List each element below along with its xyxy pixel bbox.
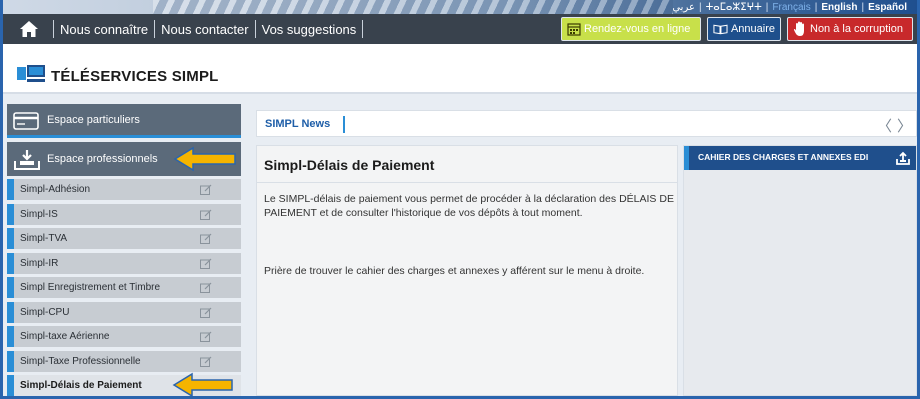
news-divider bbox=[343, 116, 345, 133]
nav-nous-connaitre[interactable]: Nous connaître bbox=[54, 22, 154, 37]
download-tray-icon bbox=[14, 150, 40, 170]
lang-arabic[interactable]: عربي bbox=[668, 2, 699, 13]
edit-icon bbox=[200, 209, 212, 220]
page-header: TÉLÉSERVICES SIMPL bbox=[3, 44, 917, 94]
content-divider bbox=[257, 182, 677, 183]
menu-item-label: Simpl-taxe Aérienne bbox=[20, 331, 110, 342]
edit-icon bbox=[200, 184, 212, 195]
pointer-arrow-icon bbox=[172, 372, 233, 396]
lang-french[interactable]: Français bbox=[768, 2, 814, 13]
menu-item-label: Simpl-IR bbox=[20, 257, 59, 269]
content-title: Simpl-Délais de Paiement bbox=[264, 157, 435, 173]
menu-item-label: Simpl-CPU bbox=[20, 306, 70, 318]
page-frame: عربي | ⵜⴰⵎⴰⵣⵉⵖⵜ | Français | English | E… bbox=[3, 0, 917, 396]
content-paragraph-2: Prière de trouver le cahier des charges … bbox=[264, 265, 645, 277]
menu-item-delais-paiement[interactable]: Simpl-Délais de Paiement bbox=[7, 372, 241, 396]
menu-item-enregistrement[interactable]: Simpl Enregistrement et Timbre bbox=[7, 277, 241, 298]
nav-vos-suggestions[interactable]: Vos suggestions bbox=[256, 22, 363, 37]
lang-tifinagh[interactable]: ⵜⴰⵎⴰⵣⵉⵖⵜ bbox=[702, 2, 766, 13]
corruption-label: Non à la corruption bbox=[810, 23, 903, 35]
menu-item-cpu[interactable]: Simpl-CPU bbox=[7, 301, 241, 323]
espace-particuliers[interactable]: Espace particuliers bbox=[7, 104, 241, 138]
nav-divider bbox=[362, 20, 364, 38]
cahier-charges-link[interactable]: CAHIER DES CHARGES ET ANNEXES EDI bbox=[684, 146, 916, 170]
menu-item-tva[interactable]: Simpl-TVA bbox=[7, 228, 241, 249]
menu-item-label: Simpl-Taxe Professionnelle bbox=[20, 355, 141, 367]
lang-english[interactable]: English bbox=[817, 2, 861, 13]
computer-logo-icon bbox=[17, 65, 45, 82]
menu-item-label: Simpl-Adhésion bbox=[20, 184, 91, 195]
menu-item-label: Simpl-IS bbox=[20, 208, 58, 220]
page-title: TÉLÉSERVICES SIMPL bbox=[51, 68, 219, 85]
news-prev-chevron-icon[interactable]: 〈 bbox=[877, 115, 892, 136]
card-icon bbox=[13, 112, 39, 130]
menu-item-is[interactable]: Simpl-IS bbox=[7, 203, 241, 225]
news-label: SIMPL News bbox=[265, 118, 331, 130]
news-next-chevron-icon[interactable]: 〉 bbox=[897, 115, 912, 136]
menu-item-taxe-professionnelle[interactable]: Simpl-Taxe Professionnelle bbox=[7, 350, 241, 372]
edit-icon bbox=[200, 356, 212, 367]
home-icon[interactable] bbox=[19, 20, 39, 38]
edit-icon bbox=[200, 307, 212, 318]
nav-nous-contacter[interactable]: Nous contacter bbox=[155, 22, 254, 37]
main-content: Simpl-Délais de Paiement Le SIMPL-délais… bbox=[256, 145, 678, 396]
espace-professionnels[interactable]: Espace professionnels bbox=[7, 142, 241, 176]
lang-spanish[interactable]: Español bbox=[864, 2, 911, 13]
menu-item-ir[interactable]: Simpl-IR bbox=[7, 252, 241, 274]
language-switcher: عربي | ⵜⴰⵎⴰⵣⵉⵖⵜ | Français | English | E… bbox=[668, 0, 911, 14]
corruption-button[interactable]: Non à la corruption bbox=[787, 17, 913, 41]
rendez-vous-label: Rendez-vous en ligne bbox=[584, 23, 691, 35]
edit-icon bbox=[200, 282, 212, 293]
edit-icon bbox=[200, 233, 212, 244]
annuaire-label: Annuaire bbox=[730, 23, 775, 35]
book-icon bbox=[713, 24, 728, 35]
menu-item-label: Simpl-Délais de Paiement bbox=[20, 380, 142, 391]
content-paragraph-1: Le SIMPL-délais de paiement vous permet … bbox=[264, 193, 674, 219]
top-navbar: Nous connaître Nous contacter Vos sugges… bbox=[3, 14, 917, 44]
espace-professionnels-label: Espace professionnels bbox=[47, 153, 158, 165]
cahier-charges-label: CAHIER DES CHARGES ET ANNEXES EDI bbox=[698, 152, 869, 162]
service-menu: Simpl-Adhésion Simpl-IS Simpl-TVA Simpl-… bbox=[7, 179, 241, 396]
rendez-vous-button[interactable]: Rendez-vous en ligne bbox=[561, 17, 701, 41]
sidebar: Espace particuliers Espace professionnel… bbox=[7, 104, 241, 396]
edit-icon bbox=[200, 331, 212, 342]
right-panel: CAHIER DES CHARGES ET ANNEXES EDI bbox=[683, 145, 917, 396]
calendar-icon bbox=[567, 23, 581, 36]
annuaire-button[interactable]: Annuaire bbox=[707, 17, 781, 41]
banner-decoration bbox=[153, 0, 673, 14]
menu-item-label: Simpl-TVA bbox=[20, 233, 68, 244]
stop-hand-icon bbox=[793, 21, 804, 36]
top-banner: عربي | ⵜⴰⵎⴰⵣⵉⵖⵜ | Français | English | E… bbox=[3, 0, 917, 14]
espace-particuliers-label: Espace particuliers bbox=[47, 113, 140, 126]
news-bar: SIMPL News 〈 〉 bbox=[256, 110, 917, 137]
menu-item-label: Simpl Enregistrement et Timbre bbox=[20, 282, 161, 293]
menu-item-taxe-aerienne[interactable]: Simpl-taxe Aérienne bbox=[7, 326, 241, 347]
upload-icon bbox=[896, 151, 910, 165]
menu-item-adhesion[interactable]: Simpl-Adhésion bbox=[7, 179, 241, 200]
edit-icon bbox=[200, 258, 212, 269]
pointer-arrow-icon bbox=[173, 146, 236, 172]
